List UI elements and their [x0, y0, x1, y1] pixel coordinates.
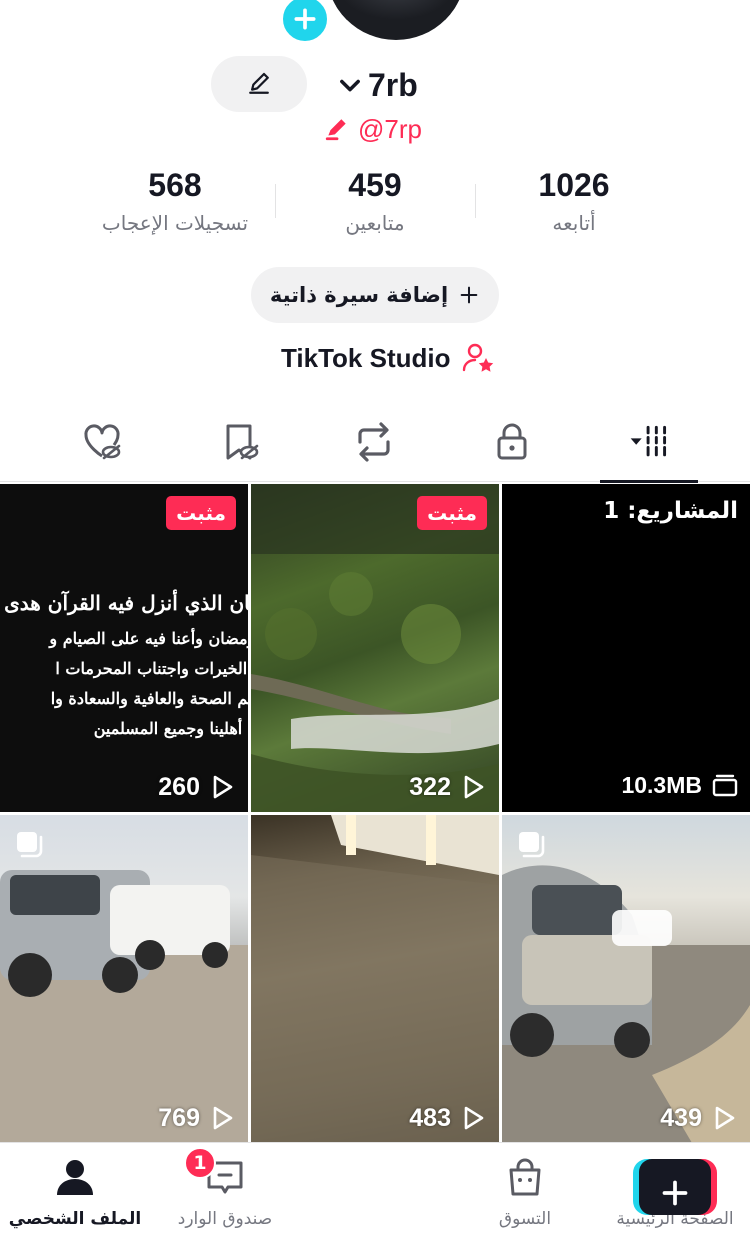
video-thumbnail [0, 870, 248, 1143]
followers-stat[interactable]: 459 متابعين [275, 162, 475, 238]
tab-favorites[interactable] [190, 402, 290, 482]
account-switcher[interactable]: 7rb [336, 62, 418, 108]
caption-line: ربي أتم الصحة والعافية والسعادة وا [50, 689, 248, 708]
video-tile[interactable]: 439 [502, 815, 750, 1143]
pinned-badge: مثبت [417, 496, 487, 530]
username: @7rp [358, 113, 422, 144]
nav-shop[interactable]: التسوق [450, 1143, 600, 1243]
pencil-icon [249, 72, 269, 94]
play-icon [213, 775, 233, 799]
plus-icon [294, 8, 316, 30]
view-count-row: 322 [251, 770, 499, 804]
nav-create[interactable] [300, 1143, 717, 1243]
followers-count: 459 [348, 167, 402, 203]
caption-line: وفعل الخيرات واجتناب المحرمات ا [55, 659, 248, 678]
play-icon [464, 775, 484, 799]
caption-line: وجميع أهلينا وجميع المسلمين [93, 719, 248, 738]
video-tile[interactable]: 769 [0, 815, 248, 1143]
video-tile[interactable]: مثبت 322 [251, 484, 499, 812]
profile-tab-bar [0, 402, 750, 483]
play-icon [464, 1106, 484, 1130]
nav-profile-label: الملف الشخصي [8, 1209, 142, 1229]
view-count-row: 483 [251, 1101, 499, 1135]
lock-icon [497, 423, 527, 460]
drafts-stack-icon [712, 774, 738, 797]
view-count-row: 769 [0, 1101, 248, 1135]
tab-reposts[interactable] [324, 402, 424, 482]
following-count: 1026 [538, 167, 610, 203]
view-count: 322 [409, 772, 451, 801]
view-count: 260 [158, 772, 200, 801]
video-grid: المشاريع: 1 10.3MB مثبت 322 رمضان ا [0, 484, 750, 1143]
add-bio-label: إضافة سيرة ذاتية [269, 283, 449, 307]
shopping-bag-icon [509, 1158, 541, 1196]
add-bio-button[interactable]: إضافة سيرة ذاتية [251, 267, 499, 323]
edit-pen-icon [325, 119, 346, 141]
play-icon [715, 1106, 735, 1130]
inbox-notification-badge: 1 [184, 1147, 216, 1179]
caption-line: بلغنا رمضان وأعنا فيه على الصيام و [49, 629, 248, 648]
nav-profile[interactable]: الملف الشخصي [0, 1143, 150, 1243]
view-count: 439 [660, 1103, 702, 1132]
pinned-badge: مثبت [166, 496, 236, 530]
tiktok-studio-link[interactable]: TikTok Studio [281, 336, 496, 380]
nav-shop-label: التسوق [498, 1209, 552, 1229]
following-label: أتابعه [552, 211, 596, 235]
plus-icon [460, 286, 478, 304]
display-name: 7rb [368, 66, 418, 103]
tab-private[interactable] [462, 402, 562, 482]
caption-verse: رمضان الذي أنزل فيه القرآن هدى [4, 591, 248, 615]
video-tile[interactable]: 483 [251, 815, 499, 1143]
drafts-projects-label: المشاريع: 1 [603, 498, 738, 524]
tab-liked[interactable] [52, 402, 152, 482]
profile-icon [57, 1160, 93, 1195]
multi-photo-icon [519, 832, 545, 858]
profile-stats: 568 تسجيلات الإعجاب 459 متابعين 1026 أتا… [0, 162, 750, 244]
bookmark-hidden-icon [226, 424, 259, 460]
drafts-size: 10.3MB [621, 771, 702, 798]
multi-photo-icon [17, 832, 43, 858]
avatar-area [280, 0, 470, 44]
avatar[interactable] [326, 0, 466, 40]
video-thumbnail [502, 865, 750, 1143]
nav-inbox[interactable]: صندوق الوارد [150, 1143, 300, 1243]
video-thumbnail [251, 484, 499, 812]
tab-videos[interactable] [600, 402, 698, 483]
drafts-size-row: 10.3MB [621, 768, 738, 802]
repost-icon [358, 422, 390, 462]
followers-label: متابعين [345, 211, 405, 235]
following-stat[interactable]: 1026 أتابعه [474, 162, 674, 238]
studio-label: TikTok Studio [281, 342, 451, 373]
view-count: 769 [158, 1103, 200, 1132]
username-row: @7rp [324, 112, 422, 146]
chevron-down-icon [340, 79, 360, 92]
nav-inbox-label: صندوق الوارد [177, 1209, 273, 1229]
add-avatar-button[interactable] [280, 0, 330, 44]
likes-label: تسجيلات الإعجاب [101, 211, 249, 235]
plus-icon [662, 1180, 688, 1206]
view-count-row: 260 [0, 770, 248, 804]
edit-profile-button[interactable] [211, 56, 307, 112]
video-tile[interactable]: رمضان الذي أنزل فيه القرآن هدى بلغنا رمض… [0, 484, 248, 812]
view-count: 483 [409, 1103, 451, 1132]
likes-stat[interactable]: 568 تسجيلات الإعجاب [75, 162, 275, 238]
creator-star-icon [463, 343, 494, 372]
view-count-row: 439 [502, 1101, 750, 1135]
play-icon [213, 1106, 233, 1130]
video-thumbnail [251, 815, 499, 1143]
create-button[interactable] [633, 1159, 717, 1215]
grid-columns-icon [630, 425, 667, 457]
drafts-tile[interactable]: المشاريع: 1 10.3MB [502, 484, 750, 812]
heart-hidden-icon [84, 424, 121, 460]
video-caption-overlay: رمضان الذي أنزل فيه القرآن هدى بلغنا رمض… [0, 588, 248, 744]
bottom-navigation: الصفحة الرئيسية التسوق صندوق الوارد 1 ال… [0, 1142, 750, 1245]
likes-count: 568 [148, 167, 202, 203]
